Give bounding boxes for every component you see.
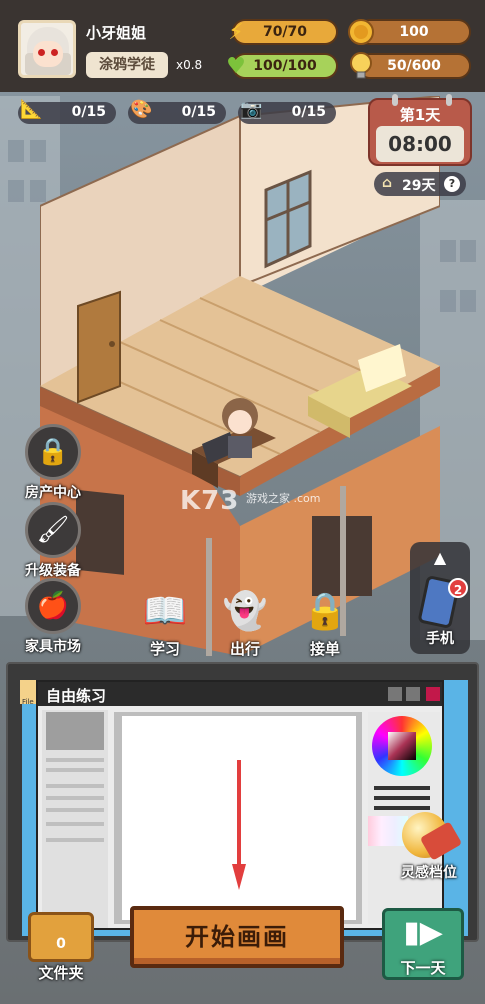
lock-icon: 🔒	[25, 424, 81, 480]
player-name: 小牙姐姐	[86, 24, 147, 42]
paint-window-titlebar: 自由练习	[38, 682, 442, 706]
furniture-market-label: 家具市场	[25, 639, 81, 655]
property-center-button[interactable]: 🔒 房产中心	[20, 424, 86, 502]
take-order-label: 接单	[309, 640, 340, 658]
avatar[interactable]	[18, 20, 76, 78]
lock-icon: 🔒	[302, 591, 348, 632]
chevron-up-icon[interactable]: ▲	[410, 548, 470, 567]
ruler-icon: 📐	[20, 99, 43, 120]
maximize-icon[interactable]	[406, 687, 420, 701]
skill-value: 0/15	[291, 104, 326, 120]
time-display: 08:00	[376, 126, 464, 162]
heart-icon: ♥	[226, 53, 246, 79]
upgrade-equipment-label: 升级装备	[25, 563, 81, 579]
color-slider[interactable]	[374, 796, 430, 800]
start-drawing-button[interactable]: 开始画画	[130, 906, 344, 968]
property-center-label: 房产中心	[25, 485, 81, 501]
palette-icon: 🎨	[130, 99, 153, 120]
skill-drawing: 📐 0/15	[18, 99, 116, 124]
upgrade-equipment-button[interactable]: 🖌 升级装备	[20, 502, 86, 580]
layer-panel	[42, 710, 108, 928]
folder-label: 文件夹	[38, 964, 84, 982]
minimize-icon[interactable]	[388, 687, 402, 701]
phone-button[interactable]: ▲ 2 手机	[410, 542, 470, 654]
home-icon: ⌂	[382, 175, 393, 191]
color-slider[interactable]	[374, 786, 430, 790]
day-label: 第1天	[399, 106, 441, 124]
notification-badge: 2	[448, 578, 468, 598]
days-remaining-text: 29天	[402, 178, 436, 194]
lightbulb-icon	[345, 49, 377, 83]
color-slider[interactable]	[374, 806, 430, 810]
furniture-market-button[interactable]: 🍎 家具市场	[20, 578, 86, 656]
help-icon[interactable]: ?	[444, 176, 460, 192]
furniture-icon: 🍎	[25, 578, 81, 634]
watermark-logo: K73	[180, 486, 240, 516]
coin-icon	[345, 15, 377, 49]
energy-stat: 70/70 ⚡	[228, 19, 338, 45]
skill-value: 0/15	[71, 104, 106, 120]
camera-icon: 📷	[240, 99, 263, 120]
top-status-bar: 小牙姐姐 涂鸦学徒 x0.8 70/70 ⚡ 100 100/100 ♥ 50/…	[0, 0, 485, 92]
book-icon: 📖	[142, 591, 188, 632]
skill-observation: 📷 0/15	[238, 99, 336, 124]
health-stat: 100/100 ♥	[226, 53, 338, 79]
day-calendar[interactable]: 第1天 08:00	[368, 94, 472, 166]
lightning-icon: ⚡	[228, 19, 244, 45]
folder-count: 0	[56, 936, 66, 952]
days-remaining[interactable]: ⌂ 29天 ?	[374, 172, 466, 196]
skill-value: 0/15	[181, 104, 216, 120]
inspiration-level-label: 灵感档位	[401, 865, 457, 881]
multiplier-text: x0.8	[176, 58, 203, 72]
take-order-button[interactable]: 🔒 接单	[290, 584, 360, 659]
start-drawing-label: 开始画画	[185, 923, 289, 951]
folder-button[interactable]: 0 文件夹	[22, 912, 100, 984]
file-side-label: File	[22, 698, 34, 706]
coin-stat: 100	[348, 19, 471, 45]
ghost-icon: 👻	[222, 591, 268, 632]
color-wheel[interactable]	[372, 716, 432, 776]
skip-forward-icon: ▮▶	[403, 915, 443, 950]
next-day-label: 下一天	[400, 959, 446, 977]
study-label: 学习	[149, 640, 180, 658]
travel-button[interactable]: 👻 出行	[210, 584, 280, 659]
paint-window-title: 自由练习	[46, 687, 107, 705]
inspiration-level-button[interactable]: 灵感档位	[394, 812, 464, 888]
next-day-button[interactable]: ▮▶ 下一天	[382, 908, 464, 980]
watermark-sub: 游戏之家 .com	[246, 492, 321, 505]
study-button[interactable]: 📖 学习	[130, 584, 200, 659]
player-title-badge: 涂鸦学徒	[86, 52, 168, 78]
brushes-icon: 🖌	[25, 502, 81, 558]
inspiration-stat: 50/600	[350, 52, 471, 79]
skill-color: 🎨 0/15	[128, 99, 226, 124]
phone-label: 手机	[426, 631, 454, 647]
arrow-down-icon	[232, 760, 246, 890]
close-icon[interactable]	[426, 687, 440, 701]
travel-label: 出行	[229, 640, 260, 658]
